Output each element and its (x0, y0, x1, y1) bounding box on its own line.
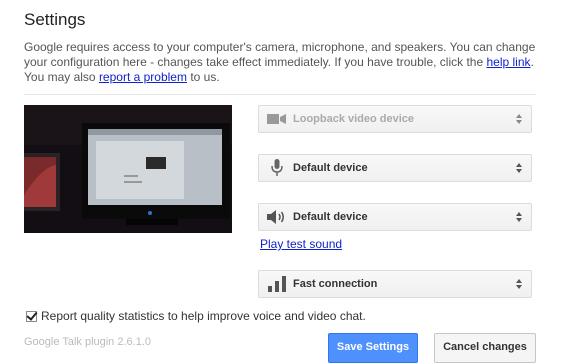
description-text: Google requires access to your computer'… (24, 40, 544, 85)
play-test-sound-link[interactable]: Play test sound (260, 237, 342, 251)
chevron-updown-icon (513, 212, 525, 222)
chevron-updown-icon (513, 163, 525, 173)
microphone-select[interactable]: Default device (258, 154, 532, 182)
bandwidth-select-value: Fast connection (293, 278, 378, 290)
speaker-select-value: Default device (293, 211, 368, 223)
chevron-updown-icon (513, 114, 525, 124)
report-quality-checkbox[interactable] (26, 310, 37, 322)
camera-preview-image (24, 105, 232, 233)
report-quality-row[interactable]: Report quality statistics to help improv… (26, 309, 366, 323)
divider (24, 94, 536, 95)
camera-select[interactable]: Loopback video device (258, 105, 532, 133)
plugin-version: Google Talk plugin 2.6.1.0 (24, 336, 151, 348)
description-part3: to us. (186, 70, 220, 84)
description-part1: Google requires access to your computer'… (24, 40, 536, 69)
page-title: Settings (24, 10, 86, 29)
video-camera-icon (265, 113, 289, 125)
camera-preview (24, 105, 232, 233)
bandwidth-select[interactable]: Fast connection (258, 270, 532, 298)
report-quality-label: Report quality statistics to help improv… (41, 309, 366, 323)
help-link[interactable]: help link (486, 55, 530, 69)
cancel-changes-button[interactable]: Cancel changes (434, 333, 536, 363)
microphone-icon (265, 159, 289, 177)
microphone-select-value: Default device (293, 162, 368, 174)
report-problem-link[interactable]: report a problem (99, 70, 187, 84)
camera-select-value: Loopback video device (293, 113, 415, 125)
chevron-updown-icon (513, 279, 525, 289)
save-settings-button[interactable]: Save Settings (328, 333, 418, 363)
signal-bars-icon (265, 276, 289, 292)
speaker-icon (265, 210, 289, 224)
speaker-select[interactable]: Default device (258, 203, 532, 231)
